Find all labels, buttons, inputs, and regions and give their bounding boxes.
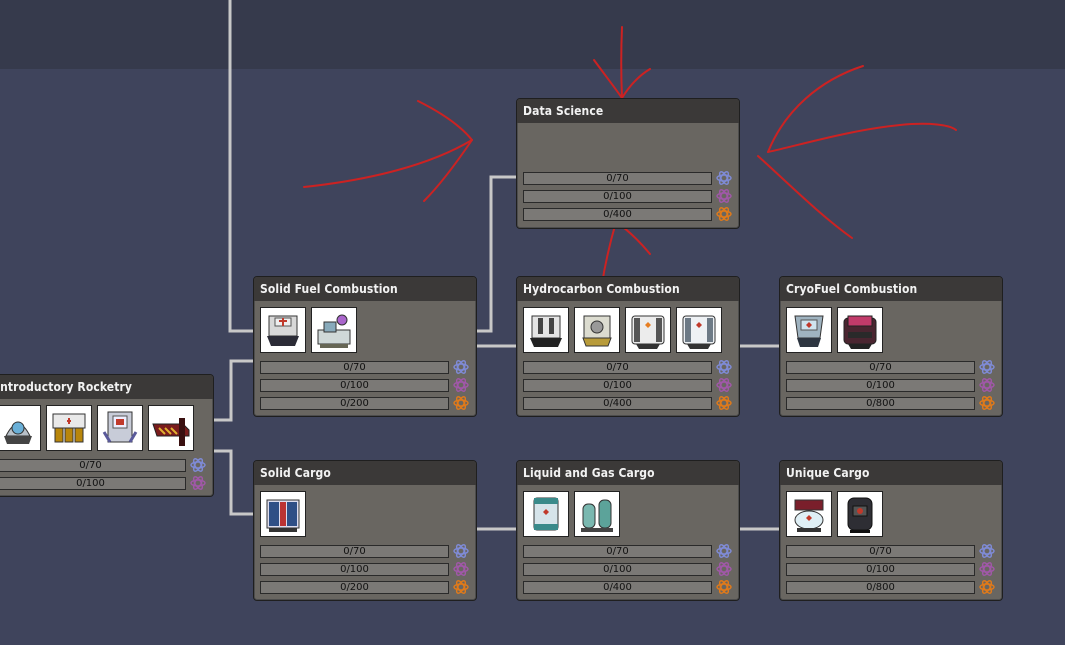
atom-icon-blue [979,544,995,558]
annotation-arrow [593,59,623,99]
progress-text: 0/100 [260,563,449,576]
gas-cargo-canister-icon[interactable] [574,491,620,537]
atom-icon-blue [453,544,469,558]
node-title: Liquid and Gas Cargo [517,461,739,485]
atom-icon-orange [716,207,732,221]
atom-icon-purple [453,378,469,392]
annotation-arrow [767,65,864,153]
progress-text: 0/100 [260,379,449,392]
annotation-arrow [621,68,651,99]
fuel-tank-icon[interactable] [46,405,92,451]
atom-icon-orange [716,580,732,594]
tech-node-hydrocarbon-combustion[interactable]: Hydrocarbon Combustion 0/70 0/100 0/400 [516,276,740,417]
tech-node-liquid-and-gas-cargo[interactable]: Liquid and Gas Cargo 0/70 0/100 0/400 [516,460,740,601]
progress-text: 0/400 [523,581,712,594]
atom-icon-blue [190,458,206,472]
node-title: Hydrocarbon Combustion [517,277,739,301]
atom-icon-blue [716,171,732,185]
progress-text: 0/70 [786,545,975,558]
node-title: Solid Fuel Combustion [254,277,476,301]
gantry-icon[interactable] [148,405,194,451]
progress-text: 0/800 [786,581,975,594]
atom-icon-blue [716,360,732,374]
atom-icon-orange [453,396,469,410]
liquid-oxidizer-tank-icon[interactable] [676,307,722,353]
node-title: Introductory Rocketry [0,375,213,399]
progress-text: 0/200 [260,397,449,410]
atom-icon-purple [716,562,732,576]
command-capsule-icon[interactable] [0,405,41,451]
progress-text: 0/100 [786,563,975,576]
annotation-arrow [303,139,473,188]
atom-icon-purple [979,378,995,392]
liquid-fuel-tank-icon[interactable] [625,307,671,353]
progress-text: 0/70 [523,172,712,185]
petroleum-engine-icon[interactable] [523,307,569,353]
atom-icon-purple [453,562,469,576]
solid-oxidizer-tank-icon[interactable] [311,307,357,353]
annotation-arrow [757,155,853,239]
steam-engine-icon[interactable] [260,307,306,353]
tech-node-solid-cargo[interactable]: Solid Cargo 0/70 0/100 0/200 [253,460,477,601]
atom-icon-orange [716,396,732,410]
atom-icon-orange [979,396,995,410]
node-title: Unique Cargo [780,461,1002,485]
progress-text: 0/70 [523,545,712,558]
atom-icon-blue [716,544,732,558]
hydrogen-tank-icon[interactable] [837,307,883,353]
atom-icon-purple [716,378,732,392]
progress-text: 0/800 [786,397,975,410]
progress-text: 0/70 [786,361,975,374]
annotation-arrow [423,139,473,202]
research-module-icon[interactable] [97,405,143,451]
biological-cargo-bay-icon[interactable] [786,491,832,537]
atom-icon-purple [190,476,206,490]
hydrogen-engine-icon[interactable] [786,307,832,353]
annotation-arrow [417,100,473,141]
annotation-arrow [620,26,623,99]
annotation-arrow [767,122,957,153]
progress-text: 0/100 [523,190,712,203]
progress-text: 0/100 [523,379,712,392]
tech-node-unique-cargo[interactable]: Unique Cargo 0/70 0/100 0/800 [779,460,1003,601]
atom-icon-blue [453,360,469,374]
liquid-cargo-tank-icon[interactable] [523,491,569,537]
progress-text: 0/100 [523,563,712,576]
connector-line [476,175,518,333]
tech-node-data-science[interactable]: Data Science 0/70 0/100 0/400 [516,98,740,229]
atom-icon-purple [979,562,995,576]
atom-icon-blue [979,360,995,374]
tech-node-solid-fuel-combustion[interactable]: Solid Fuel Combustion 0/70 0/100 0/200 [253,276,477,417]
progress-text: 0/70 [260,545,449,558]
atom-icon-orange [453,580,469,594]
atom-icon-orange [979,580,995,594]
progress-text: 0/400 [523,397,712,410]
progress-text: 0/100 [0,477,186,490]
progress-text: 0/70 [260,361,449,374]
progress-text: 0/400 [523,208,712,221]
connector-line [213,449,255,516]
tech-node-cryofuel-combustion[interactable]: CryoFuel Combustion 0/70 0/100 0/800 [779,276,1003,417]
node-title: CryoFuel Combustion [780,277,1002,301]
connector-line [213,359,255,422]
tech-node-introductory-rocketry[interactable]: Introductory Rocketry 0/70 0/100 [0,374,214,497]
atom-icon-purple [716,189,732,203]
critter-cargo-bay-icon[interactable] [837,491,883,537]
node-title: Solid Cargo [254,461,476,485]
connector-line [228,0,255,333]
progress-text: 0/100 [786,379,975,392]
small-petroleum-engine-icon[interactable] [574,307,620,353]
progress-text: 0/200 [260,581,449,594]
progress-text: 0/70 [523,361,712,374]
progress-text: 0/70 [0,459,186,472]
cargo-bay-icon[interactable] [260,491,306,537]
node-title: Data Science [517,99,739,123]
